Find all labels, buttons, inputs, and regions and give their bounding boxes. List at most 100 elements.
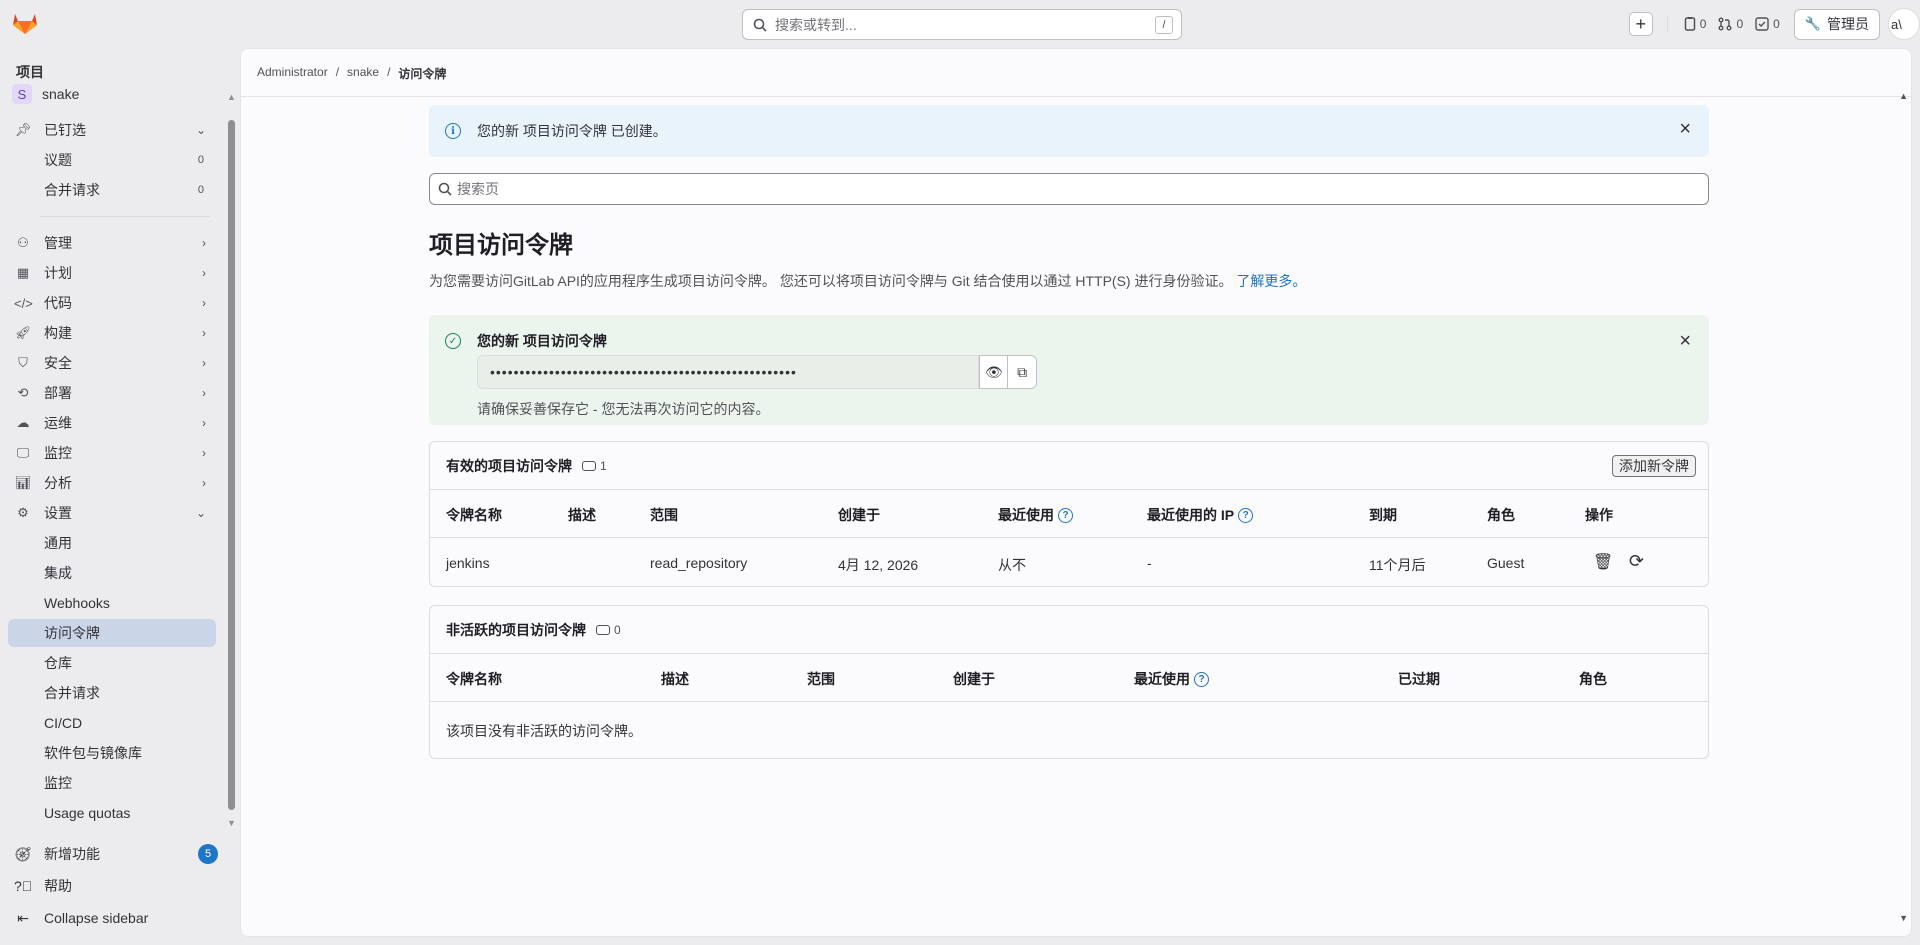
sidebar-item-label: 设置: [44, 505, 72, 521]
copy-token-button[interactable]: ⧉: [1008, 355, 1038, 389]
sidebar-settings-monitor[interactable]: 监控: [8, 769, 216, 797]
sidebar-pinned-toggle[interactable]: 📌︎ 已钉选 ⌄: [8, 116, 216, 144]
sidebar-project-link[interactable]: S snake: [12, 84, 79, 104]
scroll-up-arrow-icon[interactable]: ▲: [227, 92, 236, 102]
collapse-sidebar-button[interactable]: ⇤ Collapse sidebar: [8, 904, 228, 932]
sidebar-item-label: 监控: [44, 775, 72, 791]
sidebar-pinned-issues[interactable]: 议题 0: [8, 146, 216, 174]
breadcrumb-item[interactable]: snake: [347, 65, 379, 82]
global-search-input[interactable]: 搜索或转到... /: [742, 9, 1182, 40]
sidebar-settings-access-tokens[interactable]: 访问令牌: [8, 619, 216, 647]
column-header[interactable]: 范围: [807, 669, 835, 689]
close-icon[interactable]: ×: [1679, 331, 1691, 351]
merge-request-icon: [1718, 17, 1732, 31]
scroll-down-arrow-icon[interactable]: ▼: [1899, 913, 1908, 923]
sidebar-settings-integrations[interactable]: 集成: [8, 559, 216, 587]
column-header[interactable]: 令牌名称: [446, 669, 502, 689]
column-header[interactable]: 范围: [650, 505, 678, 525]
table-header-row: 令牌名称 描述 范围 创建于 最近使用 ? 最近使用的 IP ? 到期 角色 操…: [430, 490, 1708, 538]
learn-more-link[interactable]: 了解更多。: [1236, 273, 1306, 289]
sidebar-item-manage[interactable]: ⚇ 管理 ›: [8, 229, 216, 257]
sidebar-pinned-merge-requests[interactable]: 合并请求 0: [8, 176, 216, 204]
add-new-token-button[interactable]: 添加新令牌: [1612, 455, 1696, 477]
sidebar-settings-usage-quotas[interactable]: Usage quotas: [8, 799, 216, 827]
check-circle-icon: ✓: [445, 333, 461, 349]
column-header[interactable]: 创建于: [838, 505, 880, 525]
rotate-refresh-icon[interactable]: ⟳: [1629, 551, 1644, 572]
token-last-ip-cell: -: [1147, 555, 1152, 571]
chevron-right-icon: ›: [202, 296, 206, 310]
active-tokens-count: 1: [582, 459, 607, 473]
sidebar-settings-repository[interactable]: 仓库: [8, 649, 216, 677]
code-icon: </>: [14, 295, 33, 311]
admin-area-button[interactable]: 🔧 管理员: [1793, 8, 1880, 40]
issues-icon: [1684, 17, 1695, 31]
breadcrumb-separator: /: [335, 65, 340, 79]
merge-requests-button[interactable]: 0: [1718, 17, 1743, 31]
sidebar-item-label: 合并请求: [44, 182, 100, 198]
token-field-group: ••••••••••••••••••••••••••••••••••••••••…: [477, 355, 1038, 389]
token-expires-cell: 11个月后: [1369, 557, 1426, 573]
column-header[interactable]: 已过期: [1398, 669, 1440, 689]
sidebar-item-code[interactable]: </> 代码 ›: [8, 289, 216, 317]
column-header[interactable]: 令牌名称: [446, 505, 502, 525]
token-value-field[interactable]: ••••••••••••••••••••••••••••••••••••••••…: [477, 355, 980, 389]
revoke-trash-icon[interactable]: 🗑︎: [1593, 552, 1613, 572]
sidebar-settings-merge-requests[interactable]: 合并请求: [8, 679, 216, 707]
help-question-icon[interactable]: ?: [1058, 507, 1073, 523]
user-avatar[interactable]: a\: [1888, 8, 1920, 40]
help-question-icon[interactable]: ?: [1238, 507, 1254, 523]
sidebar-scroll-thumb[interactable]: [228, 120, 235, 810]
column-header-last-used[interactable]: 最近使用 ?: [1134, 669, 1209, 689]
sidebar-item-plan[interactable]: ▦ 计划 ›: [8, 259, 216, 287]
column-header[interactable]: 角色: [1579, 669, 1607, 689]
collapse-label: Collapse sidebar: [44, 910, 149, 926]
inactive-tokens-count: 0: [596, 623, 621, 637]
sidebar-settings-packages[interactable]: 软件包与镜像库: [8, 739, 216, 767]
column-header[interactable]: 描述: [661, 669, 689, 689]
sidebar-settings-webhooks[interactable]: Webhooks: [8, 589, 216, 617]
close-icon[interactable]: ×: [1679, 119, 1691, 139]
sidebar-item-secure[interactable]: ⛉ 安全 ›: [8, 349, 216, 377]
page-search-input[interactable]: 搜索页: [429, 173, 1709, 205]
eye-icon: 👁︎: [984, 363, 1003, 380]
column-header-last-used[interactable]: 最近使用 ?: [998, 505, 1073, 525]
info-alert-text: 您的新 项目访问令牌 已创建。: [477, 123, 667, 139]
sidebar-item-monitor[interactable]: 🖵︎ 监控 ›: [8, 439, 216, 467]
main-scrollbar[interactable]: ▲ ▼: [1897, 91, 1911, 936]
column-header[interactable]: 角色: [1487, 505, 1515, 525]
breadcrumb-item[interactable]: Administrator: [257, 65, 328, 82]
todos-button[interactable]: 0: [1755, 17, 1780, 31]
sidebar-item-settings[interactable]: ⚙ 设置 ⌄: [8, 499, 216, 527]
sidebar-item-build[interactable]: 🚀︎ 构建 ›: [8, 319, 216, 347]
sidebar-scrollbar[interactable]: ▲ ▼: [227, 48, 236, 838]
chevron-right-icon: ›: [202, 266, 206, 280]
column-header[interactable]: 描述: [568, 505, 596, 525]
sidebar-help[interactable]: ?⃝ 帮助: [8, 872, 228, 900]
sidebar-item-analyze[interactable]: 📊︎ 分析 ›: [8, 469, 216, 497]
help-question-icon[interactable]: ?: [1194, 671, 1209, 687]
create-new-button[interactable]: +: [1628, 12, 1653, 36]
monitor-icon: 🖵︎: [16, 445, 30, 460]
sidebar-item-label: 构建: [44, 325, 72, 341]
sidebar-settings-cicd[interactable]: CI/CD: [8, 709, 216, 737]
column-header[interactable]: 创建于: [953, 669, 995, 689]
column-header-last-ip[interactable]: 最近使用的 IP ?: [1147, 505, 1254, 525]
sidebar-item-deploy[interactable]: ⟲ 部署 ›: [8, 379, 216, 407]
scroll-down-arrow-icon[interactable]: ▼: [227, 818, 236, 828]
reveal-token-button[interactable]: 👁︎: [979, 355, 1009, 389]
gitlab-logo-icon[interactable]: [12, 10, 38, 36]
active-count-value: 1: [600, 458, 607, 473]
breadcrumb-current[interactable]: 访问令牌: [398, 65, 446, 82]
sidebar-whats-new[interactable]: 🧭︎ 新增功能 5: [8, 840, 228, 868]
sidebar-settings-general[interactable]: 通用: [8, 529, 216, 557]
deploy-icon: ⟲: [17, 385, 29, 400]
scroll-up-arrow-icon[interactable]: ▲: [1899, 91, 1908, 101]
page-title: 项目访问令牌: [429, 232, 573, 259]
copy-icon: ⧉: [1017, 363, 1028, 380]
sidebar-item-operate[interactable]: ☁ 运维 ›: [8, 409, 216, 437]
sidebar-item-label: 仓库: [44, 655, 72, 671]
issues-button[interactable]: 0: [1684, 17, 1706, 31]
column-header[interactable]: 到期: [1369, 505, 1397, 525]
token-name-cell: jenkins: [446, 555, 490, 571]
